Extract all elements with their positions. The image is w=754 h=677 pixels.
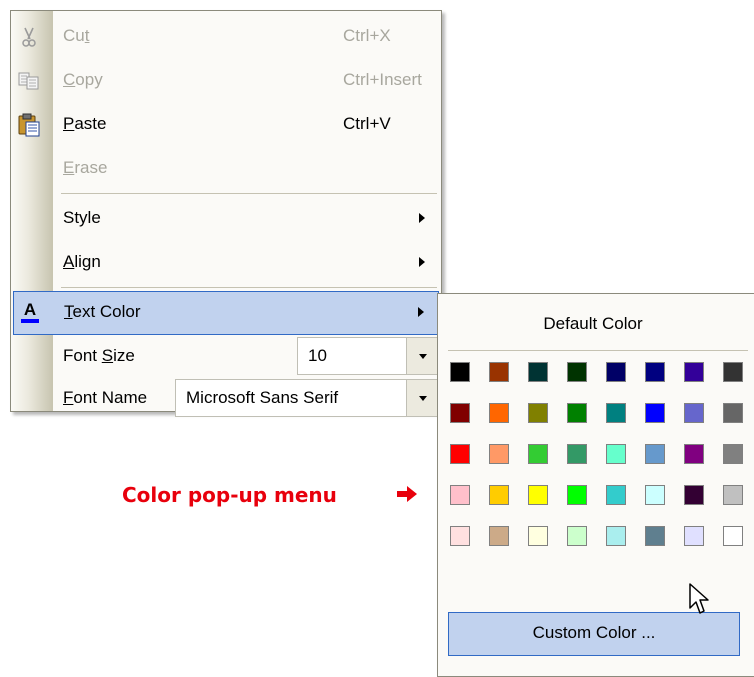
color-swatch-grid <box>450 362 743 546</box>
mouse-cursor-icon <box>688 582 710 621</box>
shortcut-text: Ctrl+Insert <box>343 70 422 89</box>
menu-item-copy[interactable]: Copy Ctrl+Insert <box>13 59 439 103</box>
color-swatch[interactable] <box>684 526 704 546</box>
dropdown-arrow-icon[interactable] <box>406 338 438 374</box>
color-swatch[interactable] <box>450 362 470 382</box>
color-swatch[interactable] <box>567 526 587 546</box>
color-swatch[interactable] <box>489 485 509 505</box>
annotation-label: Color pop-up menu <box>122 483 337 507</box>
color-swatch[interactable] <box>645 444 665 464</box>
color-swatch[interactable] <box>567 485 587 505</box>
menu-item-style[interactable]: Style <box>13 197 439 241</box>
color-swatch[interactable] <box>723 526 743 546</box>
color-swatch[interactable] <box>723 362 743 382</box>
color-swatch[interactable] <box>645 485 665 505</box>
font-name-value: Microsoft Sans Serif <box>186 388 339 407</box>
menu-item-font-size: Font Size 10 <box>13 335 439 379</box>
color-swatch[interactable] <box>684 485 704 505</box>
color-swatch[interactable] <box>489 362 509 382</box>
color-swatch[interactable] <box>684 403 704 423</box>
color-underline <box>21 319 39 323</box>
color-swatch[interactable] <box>645 403 665 423</box>
shortcut-text: Ctrl+X <box>343 26 391 45</box>
color-swatch[interactable] <box>723 444 743 464</box>
color-swatch[interactable] <box>528 526 548 546</box>
annotation-arrow-icon <box>396 485 418 508</box>
menu-item-label: Cut <box>63 26 90 45</box>
paste-icon <box>17 113 41 137</box>
color-swatch[interactable] <box>567 444 587 464</box>
menu-item-label: Erase <box>63 158 108 177</box>
color-swatch[interactable] <box>567 362 587 382</box>
copy-icon <box>17 69 41 93</box>
menu-item-text-color[interactable]: A Text Color <box>13 291 439 335</box>
color-swatch[interactable] <box>684 444 704 464</box>
color-swatch[interactable] <box>606 403 626 423</box>
dropdown-arrow-icon[interactable] <box>406 380 438 416</box>
submenu-arrow-icon <box>419 213 425 223</box>
submenu-arrow-icon <box>419 257 425 267</box>
menu-item-label: Paste <box>63 114 107 133</box>
color-swatch[interactable] <box>528 403 548 423</box>
menu-separator <box>61 193 437 194</box>
color-swatch[interactable] <box>606 444 626 464</box>
text-color-icon: A <box>18 300 42 324</box>
font-size-value: 10 <box>308 346 327 365</box>
color-swatch[interactable] <box>567 403 587 423</box>
color-swatch[interactable] <box>450 403 470 423</box>
color-swatch[interactable] <box>450 485 470 505</box>
submenu-arrow-icon <box>418 307 424 317</box>
font-size-combo[interactable]: 10 <box>297 337 439 375</box>
menu-item-label: Copy <box>63 70 103 89</box>
color-swatch[interactable] <box>645 526 665 546</box>
color-swatch[interactable] <box>528 485 548 505</box>
menu-item-label: Align <box>63 252 101 271</box>
menu-item-cut[interactable]: Cut Ctrl+X <box>13 15 439 59</box>
default-color-button[interactable]: Default Color <box>438 314 748 334</box>
menu-item-label: Font Size <box>63 346 135 365</box>
color-swatch[interactable] <box>606 485 626 505</box>
menu-item-label: Font Name <box>63 388 148 407</box>
color-swatch[interactable] <box>528 444 548 464</box>
color-swatch[interactable] <box>489 444 509 464</box>
color-swatch[interactable] <box>489 526 509 546</box>
color-swatch[interactable] <box>606 362 626 382</box>
color-swatch[interactable] <box>684 362 704 382</box>
menu-item-align[interactable]: Align <box>13 241 439 285</box>
menu-item-font-name: Font Name Microsoft Sans Serif <box>13 377 439 421</box>
menu-separator <box>61 287 437 288</box>
menu-item-erase[interactable]: Erase <box>13 147 439 191</box>
color-swatch[interactable] <box>450 444 470 464</box>
menu-item-paste[interactable]: Paste Ctrl+V <box>13 103 439 147</box>
color-swatch[interactable] <box>723 485 743 505</box>
color-swatch[interactable] <box>489 403 509 423</box>
scissors-icon <box>17 25 41 49</box>
menu-item-label: Text Color <box>64 302 141 321</box>
color-swatch[interactable] <box>606 526 626 546</box>
color-swatch[interactable] <box>645 362 665 382</box>
color-swatch[interactable] <box>723 403 743 423</box>
shortcut-text: Ctrl+V <box>343 114 391 133</box>
context-menu: Cut Ctrl+X Copy Ctrl+Insert Paste Ctrl+V <box>10 10 442 417</box>
font-name-combo[interactable]: Microsoft Sans Serif <box>175 379 439 417</box>
popup-separator <box>448 350 748 351</box>
color-swatch[interactable] <box>450 526 470 546</box>
color-swatch[interactable] <box>528 362 548 382</box>
menu-item-label: Style <box>63 208 101 227</box>
